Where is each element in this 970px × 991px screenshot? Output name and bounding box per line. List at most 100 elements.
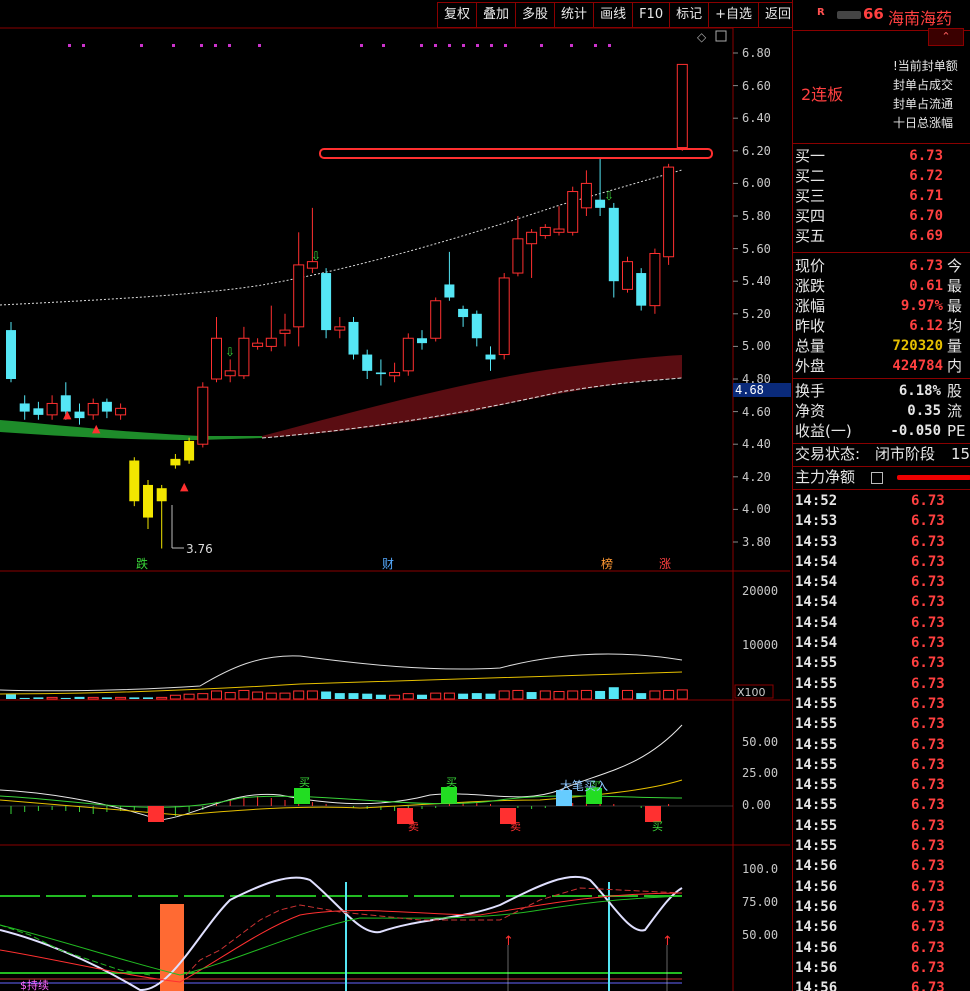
chart-toolbar: 复权 叠加 多股 统计 画线 F10 标记 +自选 返回 — [437, 2, 799, 28]
volume-bar — [498, 690, 510, 700]
volume-bar — [362, 693, 373, 699]
event-dot — [360, 44, 363, 47]
tick-row: 14:52 6.73 — [793, 491, 970, 511]
candle-body — [6, 330, 16, 379]
tick-time: 14:54 — [795, 635, 838, 652]
volume-bar — [143, 697, 153, 699]
net-flow-table-icon[interactable] — [871, 472, 883, 484]
bid-row-value: 6.73 — [909, 148, 943, 164]
toolbar-button-add-watchlist[interactable]: +自选 — [709, 3, 760, 27]
tick-time: 14:55 — [795, 838, 838, 855]
candle-body — [224, 370, 236, 377]
toolbar-button-mark[interactable]: 标记 — [670, 3, 710, 27]
info-line-ten-day: 十日总涨幅 — [893, 116, 954, 130]
tick-time: 14:55 — [795, 756, 838, 773]
volume-bar — [567, 690, 579, 700]
volume-bar — [375, 694, 386, 699]
buy-arrow-icon: ▲ — [180, 480, 189, 493]
candle-body — [663, 166, 675, 258]
candle-body — [293, 264, 305, 328]
bid-row: 买五 6.69 — [793, 226, 970, 246]
macd-extra-line — [0, 795, 683, 808]
event-dot — [448, 44, 451, 47]
quote-row-value: 6.12 — [909, 318, 943, 334]
candle-body — [334, 326, 346, 331]
candle-body — [211, 337, 222, 380]
candle-body — [19, 403, 30, 412]
tick-price: 6.73 — [911, 756, 945, 773]
tick-row: 14:54 6.73 — [793, 613, 970, 633]
kdj-axis-tick: 100.0 — [742, 862, 779, 876]
volume-bar — [389, 694, 401, 700]
tick-row: 14:55 6.73 — [793, 735, 970, 755]
candle-body — [170, 458, 181, 466]
bid-row-value: 6.69 — [909, 228, 943, 244]
tick-price: 6.73 — [911, 675, 945, 692]
tick-time: 14:54 — [795, 574, 838, 591]
volume-bar — [169, 694, 181, 700]
tick-price: 6.73 — [911, 797, 945, 814]
tick-price: 6.73 — [911, 574, 945, 591]
tick-time: 14:52 — [795, 493, 838, 509]
quote-row-extra: 今 — [947, 257, 963, 275]
tick-row: 14:54 6.73 — [793, 592, 970, 612]
price-axis-tick: 6.20 — [742, 143, 771, 158]
volume-bar — [622, 689, 633, 700]
candle-body — [184, 440, 195, 461]
price-axis-tick: 5.60 — [742, 241, 771, 256]
tick-time: 14:53 — [795, 513, 838, 530]
event-dot — [476, 44, 479, 47]
tick-price: 6.73 — [911, 777, 945, 794]
volume-bar — [334, 693, 345, 699]
signal-label: 买 — [652, 820, 663, 833]
quote-row: 外盘 424784 内 — [793, 356, 970, 376]
quote-row-extra: 最 — [947, 277, 963, 295]
price-axis-tick: 4.00 — [742, 502, 771, 517]
stock-code-masked-icon — [837, 11, 861, 19]
candle-body — [362, 354, 373, 371]
candle-body — [129, 460, 140, 502]
toolbar-button-f10[interactable]: F10 — [633, 3, 671, 27]
volume-bar — [74, 696, 85, 699]
kline-chart[interactable]: ◇▲▲▲⇩⇩⇩3.76跌财榜涨X100卖 卖买买买大笔买入买↑ ↑$持续 — [0, 0, 790, 991]
net-flow-label: 主力净额 — [795, 468, 856, 486]
signal-label: 卖 — [510, 820, 521, 833]
event-dot — [434, 44, 437, 47]
candle-body — [46, 402, 58, 416]
volume-bar — [197, 693, 209, 700]
tick-list[interactable]: 14:52 6.73 14:53 6.73 14:53 6.73 14:54 6.73 14:5… — [793, 490, 970, 991]
tick-price: 6.73 — [911, 635, 945, 652]
tick-row: 14:54 6.73 — [793, 552, 970, 572]
toolbar-button-restore-rights[interactable]: 复权 — [438, 3, 478, 27]
fund-row: 收益(一) -0.050 PE — [793, 421, 970, 441]
candle-body — [197, 386, 209, 445]
toolbar-button-statistics[interactable]: 统计 — [555, 3, 595, 27]
event-dot — [608, 44, 611, 47]
volume-bar — [526, 692, 537, 699]
fund-row-extra: PE — [947, 422, 966, 440]
tick-time: 14:54 — [795, 553, 838, 570]
kline-chart-area[interactable]: ◇ ▲ ▲ ▲ ⇩ ⇩ ⇩ 3.76 跌财榜涨 X100 卖卖买买买大笔买入买 ↑ ↑ $持续 复权 叠加… — [0, 0, 799, 991]
candle-body — [402, 337, 414, 372]
tick-time: 14:56 — [795, 919, 838, 936]
toolbar-button-multi-stock[interactable]: 多股 — [516, 3, 556, 27]
fund-row-value: 6.18% — [898, 383, 941, 399]
tick-row: 14:55 6.73 — [793, 694, 970, 714]
info-line-seal-turnover: 封单占成交 — [893, 78, 954, 92]
volume-bar — [279, 692, 291, 700]
toolbar-button-overlay[interactable]: 叠加 — [477, 3, 517, 27]
bid-book: 买一 6.73 买二 6.72 买三 6.71 买四 6.70 买五 6.69 — [793, 144, 970, 253]
volume-bar — [183, 693, 195, 700]
fund-row-extra: 流 — [947, 402, 963, 420]
tick-price: 6.73 — [911, 716, 945, 733]
quote-row-extra: 均 — [947, 317, 963, 335]
fund-row-value: 0.35 — [907, 403, 941, 419]
candle-body — [115, 407, 127, 416]
bid-row: 买一 6.73 — [793, 146, 970, 166]
event-dot — [214, 44, 217, 47]
event-marker: 财 — [382, 557, 394, 571]
tick-time: 14:53 — [795, 533, 838, 550]
toolbar-button-draw-line[interactable]: 画线 — [594, 3, 634, 27]
tick-time: 14:55 — [795, 675, 838, 692]
ma-line-dotted — [0, 169, 683, 306]
